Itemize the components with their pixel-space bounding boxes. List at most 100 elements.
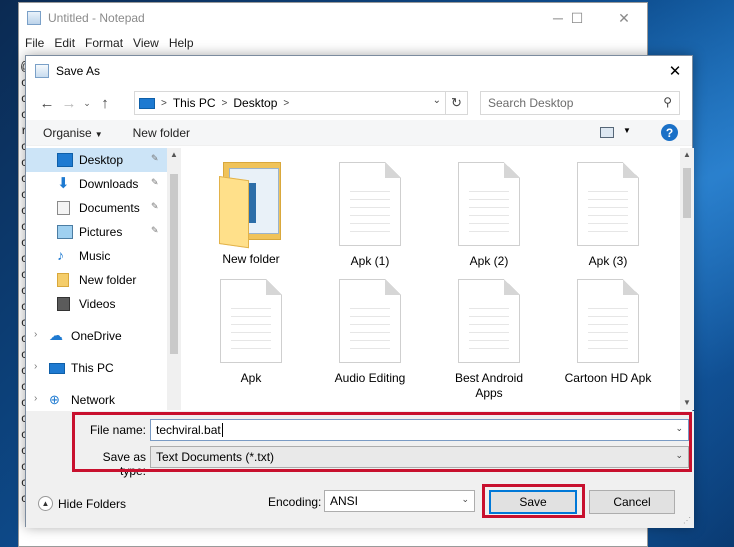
- new-folder-button[interactable]: New folder: [133, 126, 190, 140]
- dialog-close-icon[interactable]: ✕: [658, 56, 692, 86]
- breadcrumb-separator: >: [283, 97, 290, 109]
- help-icon[interactable]: ?: [661, 124, 678, 141]
- save-as-icon: [35, 64, 49, 78]
- file-name: Apk (1): [350, 254, 390, 268]
- videos-icon: [57, 297, 70, 311]
- file-name: Apk: [240, 371, 262, 385]
- scroll-up-icon[interactable]: ▲: [683, 150, 691, 159]
- browser-pane: Desktop ✎ ⬇ Downloads ✎ Documents ✎ Pict…: [26, 148, 694, 410]
- save-as-dialog: Save As ✕ ← → ⌄ ↑ > This PC > Desktop > …: [25, 55, 694, 528]
- file-name: Best Android Apps: [454, 371, 524, 400]
- sidebar-item-label: Pictures: [79, 225, 123, 239]
- scroll-down-icon[interactable]: ▼: [683, 398, 691, 407]
- save-fields: File name: techviral.bat ⌄ Save as type:…: [26, 411, 694, 481]
- sidebar-item-onedrive[interactable]: › ☁ OneDrive: [26, 324, 167, 348]
- search-icon[interactable]: ⚲: [663, 95, 672, 109]
- file-item-new-folder[interactable]: New folder: [197, 162, 305, 267]
- file-list: New folder Apk (1) Apk (2) Apk (3) Apk A…: [181, 148, 680, 410]
- breadcrumb-separator: >: [221, 97, 228, 109]
- scrollbar-thumb[interactable]: [683, 168, 691, 218]
- up-arrow-icon[interactable]: ↑: [94, 92, 116, 114]
- menu-format[interactable]: Format: [85, 36, 123, 50]
- menu-view[interactable]: View: [133, 36, 159, 50]
- sidebar-item-music[interactable]: ♪ Music: [26, 244, 167, 268]
- folder-icon: [57, 273, 69, 287]
- sidebar-item-documents[interactable]: Documents ✎: [26, 196, 167, 220]
- sidebar-item-label: Downloads: [79, 177, 139, 191]
- sidebar-item-label: This PC: [71, 361, 114, 375]
- navigation-pane: Desktop ✎ ⬇ Downloads ✎ Documents ✎ Pict…: [26, 148, 181, 410]
- dialog-titlebar: Save As ✕: [26, 56, 692, 86]
- sidebar-item-label: Videos: [79, 297, 116, 311]
- file-item-apk-1[interactable]: Apk (1): [316, 162, 424, 269]
- document-icon: [339, 279, 401, 363]
- sidebar-item-label: OneDrive: [71, 329, 122, 343]
- address-dropdown-icon[interactable]: ⌄: [433, 95, 441, 106]
- forward-arrow-icon[interactable]: →: [58, 92, 80, 114]
- dialog-title: Save As: [56, 64, 101, 78]
- change-view-icon[interactable]: [600, 127, 614, 138]
- organise-button[interactable]: Organise ▼: [43, 126, 103, 140]
- navigation-bar: ← → ⌄ ↑ > This PC > Desktop > ⌄ ↻ Search…: [26, 86, 692, 120]
- address-bar[interactable]: > This PC > Desktop > ⌄ ↻: [134, 91, 468, 115]
- document-icon: [577, 279, 639, 363]
- save-button[interactable]: Save: [489, 490, 577, 514]
- chevron-right-icon[interactable]: ›: [34, 393, 37, 404]
- refresh-icon[interactable]: ↻: [445, 92, 467, 114]
- sidebar-item-network[interactable]: › ⊕ Network: [26, 388, 167, 410]
- file-item-apk-3[interactable]: Apk (3): [554, 162, 662, 269]
- sidebar-item-desktop[interactable]: Desktop ✎: [26, 148, 167, 172]
- breadcrumb-desktop[interactable]: Desktop: [233, 96, 277, 110]
- file-name: Apk (2): [469, 254, 509, 268]
- downloads-icon: ⬇: [57, 175, 70, 192]
- sidebar-item-label: Documents: [79, 201, 140, 215]
- file-item-audio-editing[interactable]: Audio Editing: [316, 279, 424, 386]
- pin-icon: ✎: [151, 153, 159, 163]
- search-input[interactable]: Search Desktop ⚲: [480, 91, 680, 115]
- cancel-button[interactable]: Cancel: [589, 490, 675, 514]
- sidebar-item-new-folder[interactable]: New folder: [26, 268, 167, 292]
- sidebar-item-downloads[interactable]: ⬇ Downloads ✎: [26, 172, 167, 196]
- hide-folders-button[interactable]: ▲ Hide Folders: [38, 496, 126, 511]
- chevron-up-icon: ▲: [38, 496, 53, 511]
- recent-locations-chevron-icon[interactable]: ⌄: [80, 92, 94, 114]
- breadcrumb-this-pc[interactable]: This PC: [173, 96, 216, 110]
- sidebar-item-this-pc[interactable]: › This PC: [26, 356, 167, 380]
- scrollbar-thumb[interactable]: [170, 174, 178, 354]
- network-icon: ⊕: [49, 392, 60, 407]
- file-item-cartoon-hd-apk[interactable]: Cartoon HD Apk: [554, 279, 662, 386]
- view-options-chevron-icon[interactable]: ▼: [623, 126, 631, 135]
- sidebar-item-videos[interactable]: Videos: [26, 292, 167, 316]
- file-item-apk[interactable]: Apk: [197, 279, 305, 386]
- scroll-up-icon[interactable]: ▲: [170, 150, 178, 159]
- pin-icon: ✎: [151, 225, 159, 235]
- menu-file[interactable]: File: [25, 36, 44, 50]
- file-list-scrollbar[interactable]: ▲ ▼: [680, 148, 694, 410]
- resize-grip-icon[interactable]: ⋰: [683, 516, 691, 525]
- menu-help[interactable]: Help: [169, 36, 194, 50]
- file-name: New folder: [222, 252, 280, 266]
- file-name: Cartoon HD Apk: [564, 371, 652, 385]
- file-item-apk-2[interactable]: Apk (2): [435, 162, 543, 269]
- encoding-select[interactable]: ANSI ⌄: [324, 490, 475, 512]
- music-icon: ♪: [57, 247, 64, 263]
- hide-folders-label: Hide Folders: [58, 496, 127, 511]
- menu-edit[interactable]: Edit: [54, 36, 75, 50]
- chevron-right-icon[interactable]: ›: [34, 329, 37, 340]
- file-item-best-android-apps[interactable]: Best Android Apps: [435, 279, 543, 401]
- chevron-down-icon[interactable]: ⌄: [461, 494, 469, 505]
- organise-label: Organise: [43, 125, 92, 140]
- sidebar-item-label: Network: [71, 393, 116, 407]
- back-arrow-icon[interactable]: ←: [36, 92, 58, 114]
- notepad-menubar: File Edit Format View Help: [19, 33, 647, 53]
- sidebar-item-label: New folder: [79, 273, 137, 287]
- sidebar-item-pictures[interactable]: Pictures ✎: [26, 220, 167, 244]
- document-icon: [458, 279, 520, 363]
- navigation-scrollbar[interactable]: ▲: [167, 148, 181, 410]
- document-icon: [220, 279, 282, 363]
- maximize-icon[interactable]: ☐: [554, 3, 600, 33]
- search-placeholder: Search Desktop: [488, 96, 574, 110]
- close-icon[interactable]: ✕: [601, 3, 647, 33]
- highlight-frame-fields: [72, 412, 692, 472]
- chevron-right-icon[interactable]: ›: [34, 361, 37, 372]
